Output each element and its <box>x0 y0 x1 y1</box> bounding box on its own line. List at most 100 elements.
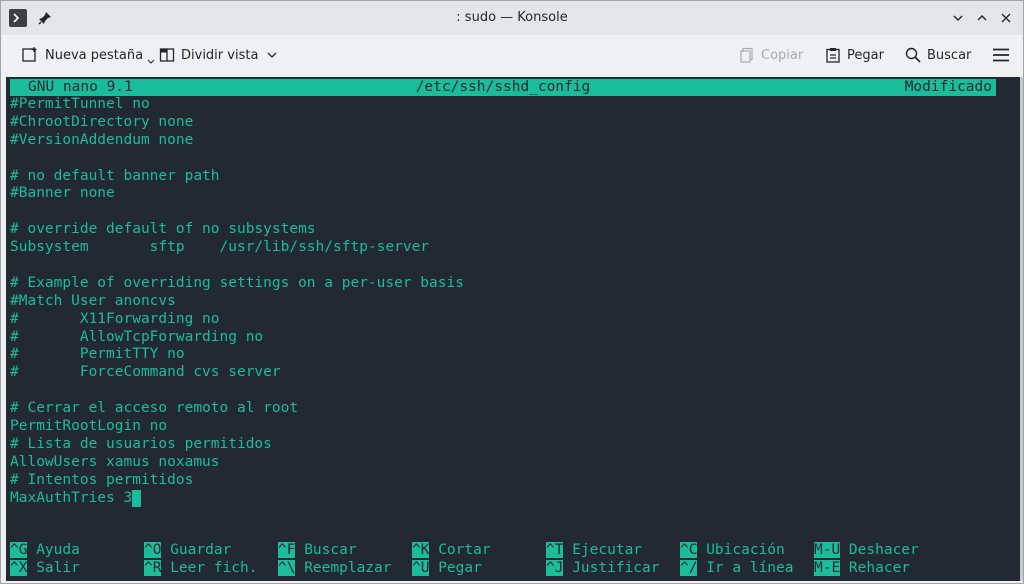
copy-label: Copiar <box>761 47 804 63</box>
file-line-text: #VersionAddendum none <box>10 131 194 148</box>
file-line-text: #Match User anoncvs <box>10 292 176 309</box>
shortcut-item[interactable]: ^G Ayuda <box>10 542 80 560</box>
search-icon <box>905 47 921 63</box>
shortcut-label: Ejecutar <box>563 542 643 558</box>
file-line[interactable]: # Cerrar el acceso remoto al root <box>10 400 1010 418</box>
file-line-text: AllowUsers xamus noxamus <box>10 453 220 470</box>
shortcut-key: ^G <box>10 542 28 558</box>
shortcut-item[interactable]: ^R Leer fich. <box>144 559 258 578</box>
paste-button[interactable]: Pegar <box>825 43 884 67</box>
file-line-text: #ChrootDirectory none <box>10 113 194 130</box>
shortcut-item[interactable]: ^K Cortar <box>412 542 491 560</box>
toolbar: Nueva pestaña Dividir vista Copiar Pegar… <box>1 35 1023 75</box>
file-line[interactable] <box>10 150 1010 168</box>
file-line[interactable]: #VersionAddendum none <box>10 132 1010 150</box>
close-icon <box>1001 13 1011 23</box>
nano-shortcut-bar: ^G Ayuda ^O Guardar ^F Buscar ^K Cortar ^T E… <box>10 542 1010 578</box>
shortcut-label: Ayuda <box>27 542 80 558</box>
shortcut-item[interactable]: ^J Justificar <box>546 559 660 578</box>
shortcut-item[interactable]: ^T Ejecutar <box>546 542 642 560</box>
shortcut-label: Buscar <box>295 542 357 558</box>
shortcut-key: ^\ <box>278 559 296 576</box>
file-content[interactable]: #PermitTunnel no #ChrootDirectory none #Ve… <box>10 96 1010 507</box>
shortcut-key: ^X <box>10 559 28 576</box>
file-line[interactable]: # Lista de usuarios permitidos <box>10 436 1010 454</box>
file-line[interactable]: AllowUsers xamus noxamus <box>10 454 1010 472</box>
shortcut-item[interactable]: M-U Deshacer <box>814 542 919 560</box>
file-line[interactable] <box>10 382 1010 400</box>
shortcut-key: ^T <box>546 542 564 558</box>
shortcut-label: Cortar <box>429 542 491 558</box>
shortcut-item[interactable]: ^X Salir <box>10 559 80 578</box>
chevron-down-icon <box>953 15 963 21</box>
hamburger-menu-button[interactable] <box>991 45 1011 65</box>
split-view-icon <box>159 48 175 62</box>
shortcut-key: ^U <box>412 559 430 576</box>
file-line-text: # PermitTTY no <box>10 346 185 363</box>
file-line-text: # Lista de usuarios permitidos <box>10 435 272 452</box>
new-tab-icon <box>22 47 37 62</box>
file-line[interactable]: #ChrootDirectory none <box>10 114 1010 132</box>
hamburger-menu-icon <box>993 48 1009 62</box>
shortcut-item[interactable]: ^O Guardar <box>144 542 231 560</box>
minimize-button[interactable] <box>949 9 967 27</box>
file-line[interactable]: # AllowTcpForwarding no <box>10 329 1010 347</box>
file-line[interactable] <box>10 203 1010 221</box>
shortcut-label: Deshacer <box>840 542 919 558</box>
file-line-text: #PermitTunnel no <box>10 96 150 112</box>
shortcut-label: Salir <box>27 559 80 576</box>
file-line-text: # ForceCommand cvs server <box>10 364 281 381</box>
file-line-text: # Cerrar el acceso remoto al root <box>10 400 299 417</box>
shortcut-item[interactable]: M-E Rehacer <box>814 559 911 578</box>
title-bar: : sudo — Konsole <box>1 1 1023 35</box>
shortcut-label: Rehacer <box>840 559 911 576</box>
shortcut-key: ^J <box>546 559 564 576</box>
file-line-text: #Banner none <box>10 185 115 202</box>
new-tab-button[interactable]: Nueva pestaña <box>21 43 155 67</box>
file-line[interactable]: # PermitTTY no <box>10 346 1010 364</box>
shortcut-item[interactable]: ^U Pegar <box>412 559 482 578</box>
file-line[interactable]: #Banner none <box>10 185 1010 203</box>
file-line-text: # no default banner path <box>10 167 220 184</box>
file-line[interactable]: # Example of overriding settings on a pe… <box>10 275 1010 293</box>
file-line[interactable]: # no default banner path <box>10 168 1010 186</box>
search-label: Buscar <box>927 47 972 63</box>
file-line[interactable]: # Intentos permitidos <box>10 472 1010 490</box>
maximize-button[interactable] <box>973 9 991 27</box>
split-view-label: Dividir vista <box>181 47 259 63</box>
file-line[interactable]: MaxAuthTries 3 <box>10 489 1010 508</box>
chevron-down-icon <box>147 59 155 64</box>
paste-icon <box>826 48 840 63</box>
shortcut-key: ^C <box>680 542 698 558</box>
file-line-text: PermitRootLogin no <box>10 418 168 435</box>
nano-title-bar: GNU nano 9.1 /etc/ssh/sshd_config Modifi… <box>10 79 996 96</box>
shortcut-key: M-E <box>814 559 841 576</box>
nano-modified-status: Modificado <box>904 79 992 95</box>
shortcut-item[interactable]: ^F Buscar <box>278 542 357 560</box>
shortcut-label: Ir a línea <box>697 559 794 576</box>
text-cursor <box>132 489 142 507</box>
split-view-button[interactable]: Dividir vista <box>159 43 278 67</box>
file-line[interactable]: #PermitTunnel no <box>10 96 1010 114</box>
copy-button[interactable]: Copiar <box>739 43 803 67</box>
file-line[interactable]: # X11Forwarding no <box>10 311 1010 329</box>
shortcut-item[interactable]: ^C Ubicación <box>680 542 785 560</box>
search-button[interactable]: Buscar <box>905 43 971 67</box>
file-line[interactable]: # ForceCommand cvs server <box>10 364 1010 382</box>
file-line[interactable]: # override default of no subsystems <box>10 221 1010 239</box>
file-line-text: # override default of no subsystems <box>10 221 316 238</box>
terminal-view[interactable]: GNU nano 9.1 /etc/ssh/sshd_config Modifi… <box>6 77 1020 581</box>
file-line[interactable]: #Match User anoncvs <box>10 293 1010 311</box>
shortcut-key: ^R <box>144 559 162 576</box>
file-line[interactable]: Subsystem sftp /usr/lib/ssh/sftp-server <box>10 239 1010 257</box>
shortcut-row: ^X Salir ^R Leer fich. ^\ Reemplazar ^U Peg… <box>10 559 1010 578</box>
shortcut-item[interactable]: ^\ Reemplazar <box>278 559 392 578</box>
shortcut-item[interactable]: ^/ Ir a línea <box>680 559 794 578</box>
file-line[interactable]: PermitRootLogin no <box>10 418 1010 436</box>
scrollbar[interactable] <box>1020 77 1023 581</box>
close-button[interactable] <box>997 9 1015 27</box>
file-line-text: # Example of overriding settings on a pe… <box>10 274 464 291</box>
file-line[interactable] <box>10 257 1010 275</box>
shortcut-row: ^G Ayuda ^O Guardar ^F Buscar ^K Cortar ^T E… <box>10 542 1010 560</box>
shortcut-key: ^O <box>144 542 162 558</box>
